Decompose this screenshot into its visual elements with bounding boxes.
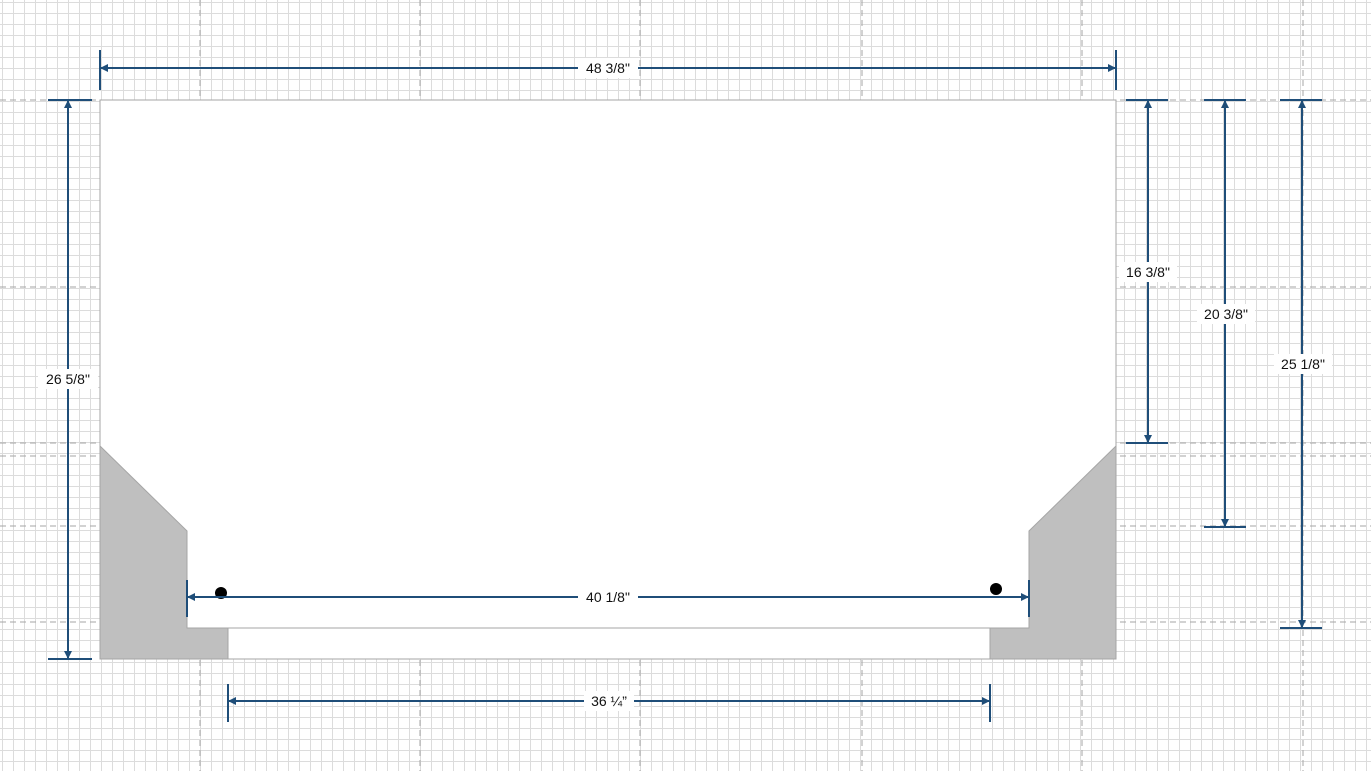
arrowhead (64, 651, 72, 659)
overall-width-label: 48 3/8" (586, 60, 630, 76)
arrowhead (1144, 100, 1152, 108)
arrowhead (1298, 620, 1306, 628)
overall-height-label: 26 5/8" (46, 371, 90, 387)
arrowhead (100, 64, 108, 72)
right-height-2-label: 20 3/8" (1204, 306, 1248, 322)
arrowhead (1144, 435, 1152, 443)
arrowhead (1221, 100, 1229, 108)
main-panel (99, 99, 1117, 660)
arrowhead (64, 100, 72, 108)
right-mount-marker (990, 583, 1002, 595)
arrowhead (982, 697, 990, 705)
bottom-opening-label: 36 ¼” (591, 693, 627, 709)
arrowhead (1108, 64, 1116, 72)
right-height-1-label: 16 3/8" (1126, 264, 1170, 280)
drawing-canvas: 48 3/8" 40 1/8" 36 ¼” 26 5/8" 16 3/8" 20… (0, 0, 1371, 771)
right-height-3-label: 25 1/8" (1281, 356, 1325, 372)
arrowhead (228, 697, 236, 705)
inner-width-label: 40 1/8" (586, 589, 630, 605)
arrowhead (1298, 100, 1306, 108)
